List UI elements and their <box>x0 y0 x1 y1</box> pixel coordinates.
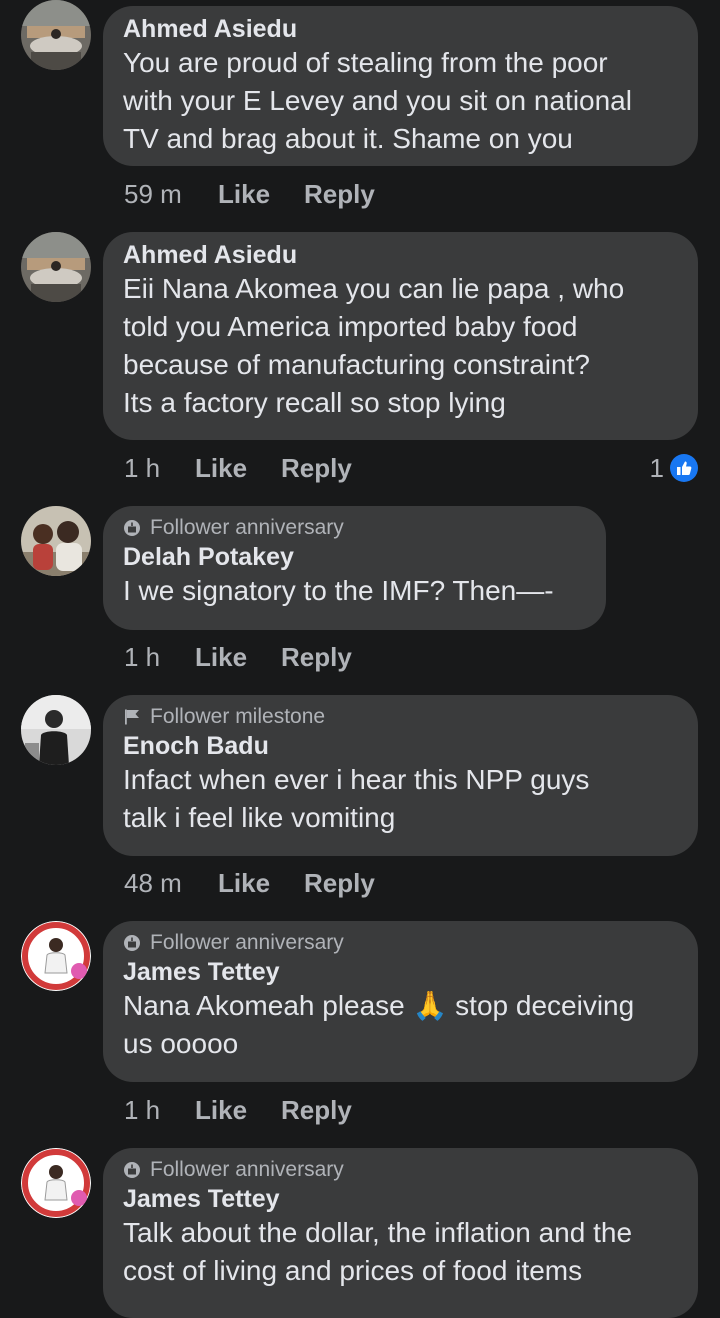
comment-timestamp[interactable]: 1 h <box>124 640 195 674</box>
avatar[interactable] <box>21 695 91 765</box>
avatar[interactable] <box>21 1148 91 1218</box>
comment-bubble: Ahmed Asiedu You are proud of stealing f… <box>103 6 698 166</box>
like-button[interactable]: Like <box>195 1093 281 1127</box>
comment-text: Eii Nana Akomea you can lie papa , who t… <box>123 273 625 418</box>
comment-author[interactable]: Enoch Badu <box>123 731 678 761</box>
comment-actions: 59 m Like Reply <box>124 177 375 211</box>
anniversary-icon <box>124 520 140 536</box>
comment-text: You are proud of stealing from the poor … <box>123 47 632 154</box>
like-button[interactable]: Like <box>195 451 281 485</box>
comment-text: Infact when ever i hear this NPP guys ta… <box>123 764 590 833</box>
reaction-count: 1 <box>649 452 664 483</box>
comment-actions: 1 h Like Reply <box>124 1093 352 1127</box>
reply-button[interactable]: Reply <box>281 451 352 485</box>
anniversary-icon <box>124 1162 140 1178</box>
comment-bubble: Follower anniversary Delah Potakey I we … <box>103 506 606 630</box>
comment-bubble: Follower anniversary James Tettey Nana A… <box>103 921 698 1082</box>
comment-timestamp[interactable]: 1 h <box>124 451 195 485</box>
follower-badge: Follower anniversary <box>123 514 586 542</box>
badge-label: Follower anniversary <box>150 516 344 539</box>
comment-actions: 1 h Like Reply <box>124 451 352 485</box>
comment-timestamp[interactable]: 59 m <box>124 177 218 211</box>
comment-text: I we signatory to the IMF? Then—- <box>123 575 554 606</box>
comment-actions: 48 m Like Reply <box>124 866 375 900</box>
comment-author[interactable]: Ahmed Asiedu <box>123 240 678 270</box>
comment-author[interactable]: Ahmed Asiedu <box>123 14 678 44</box>
badge-label: Follower milestone <box>150 705 326 728</box>
avatar[interactable] <box>21 232 91 302</box>
comment-timestamp[interactable]: 48 m <box>124 866 218 900</box>
avatar[interactable] <box>21 921 91 991</box>
comment-author[interactable]: James Tettey <box>123 957 678 987</box>
follower-badge: Follower milestone <box>123 703 678 731</box>
comment-author[interactable]: Delah Potakey <box>123 542 586 572</box>
like-button[interactable]: Like <box>195 640 281 674</box>
avatar[interactable] <box>21 506 91 576</box>
comment-bubble: Follower anniversary James Tettey Talk a… <box>103 1148 698 1318</box>
flag-icon <box>125 709 139 725</box>
follower-badge: Follower anniversary <box>123 1156 678 1184</box>
badge-label: Follower anniversary <box>150 1158 344 1181</box>
comment-author[interactable]: James Tettey <box>123 1184 678 1214</box>
reply-button[interactable]: Reply <box>281 640 352 674</box>
follower-badge: Follower anniversary <box>123 929 678 957</box>
avatar[interactable] <box>21 0 91 70</box>
thumbs-up-icon <box>670 454 698 482</box>
comment-bubble: Ahmed Asiedu Eii Nana Akomea you can lie… <box>103 232 698 440</box>
like-button[interactable]: Like <box>218 866 304 900</box>
comment-text: Nana Akomeah please 🙏 stop deceiving us … <box>123 990 635 1059</box>
reply-button[interactable]: Reply <box>304 866 375 900</box>
anniversary-icon <box>124 935 140 951</box>
comment-bubble: Follower milestone Enoch Badu Infact whe… <box>103 695 698 856</box>
comment-timestamp[interactable]: 1 h <box>124 1093 195 1127</box>
badge-label: Follower anniversary <box>150 931 344 954</box>
reply-button[interactable]: Reply <box>281 1093 352 1127</box>
reaction-summary[interactable]: 1 <box>650 451 698 485</box>
reply-button[interactable]: Reply <box>304 177 375 211</box>
like-button[interactable]: Like <box>218 177 304 211</box>
comment-text: Talk about the dollar, the inflation and… <box>123 1217 633 1286</box>
comment-actions: 1 h Like Reply <box>124 640 352 674</box>
